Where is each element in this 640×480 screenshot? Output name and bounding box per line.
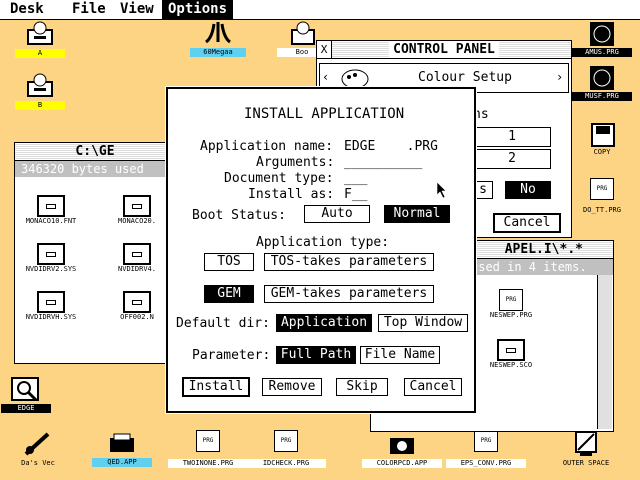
left-window-title[interactable]: C:\GE [15, 143, 175, 161]
install-application-dialog: INSTALL APPLICATION Application name: ED… [165, 86, 477, 414]
file-label: NVDIDRV2.SYS [25, 265, 77, 273]
file-icon[interactable]: NVDIDRV4. [107, 243, 167, 274]
outer-space-icon[interactable]: OUTER SPACE [546, 430, 626, 468]
app-name-field[interactable]: EDGE .PRG [344, 139, 438, 154]
install-button[interactable]: Install [182, 377, 250, 397]
atari-drive-label: 60Megaa [190, 48, 246, 57]
remove-button[interactable]: Remove [262, 378, 322, 396]
menu-desk[interactable]: Desk [4, 0, 50, 19]
file-icon[interactable]: NVDIDRVH.SYS [21, 291, 81, 322]
type-gem-params-button[interactable]: GEM-takes parameters [264, 285, 434, 303]
arguments-label: Arguments: [256, 155, 335, 170]
app-type-label: Application type: [256, 235, 390, 250]
file-label: NVDIDRV4. [118, 265, 156, 273]
edge-label: EDGE [1, 404, 51, 413]
drive-b-icon[interactable]: B [0, 72, 80, 110]
idcheck-prg-icon[interactable]: PRG IDCHECK.PRG [246, 430, 326, 468]
param-full-path-button[interactable]: Full Path [276, 346, 356, 364]
file-label: NESWEP.PRG [489, 311, 533, 319]
install-as-label: Install as: [248, 187, 335, 202]
samus-prg-icon[interactable]: AMUS.PRG [562, 20, 640, 57]
file-icon[interactable]: NVDIDRV2.SYS [21, 243, 81, 274]
eps-conv-prg-icon[interactable]: PRG EPS_CONV.PRG [446, 430, 526, 468]
param-file-name-button[interactable]: File Name [360, 346, 440, 364]
copy-label: COPY [593, 148, 611, 156]
file-icon[interactable]: MONACO20. [107, 195, 167, 226]
qed-app-label: QED.APP [92, 458, 152, 467]
outer-space-label: OUTER SPACE [562, 459, 610, 467]
cp-button-s[interactable]: s [473, 181, 493, 199]
do-tt-prg-label: DO_TT.PRG [583, 206, 621, 214]
right-window-scrollbar[interactable] [597, 275, 612, 429]
close-icon[interactable]: X [317, 41, 332, 58]
file-icon[interactable]: NESWEP.SCO [481, 339, 541, 370]
menu-file[interactable]: File [66, 0, 112, 19]
control-panel-title[interactable]: CONTROL PANEL [317, 41, 571, 59]
do-tt-prg-icon[interactable]: PRG DO_TT.PRG [562, 178, 640, 215]
cp-field-2[interactable]: 2 [473, 149, 551, 169]
dir-application-button[interactable]: Application [276, 314, 372, 332]
menu-bar: Desk File View Options [0, 0, 640, 20]
qed-app-icon[interactable]: QED.APP [82, 430, 162, 467]
das-vec-icon[interactable]: Da's Vec [0, 430, 78, 468]
type-tos-params-button[interactable]: TOS-takes parameters [264, 253, 434, 271]
file-label: NESWEP.SCO [489, 361, 533, 369]
cp-field-1[interactable]: 1 [473, 127, 551, 147]
colorpcd-app-label: COLORPCD.APP [362, 459, 442, 468]
skip-button[interactable]: Skip [336, 378, 388, 396]
drive-b-label: B [15, 101, 65, 110]
eps-conv-prg-label: EPS_CONV.PRG [446, 459, 526, 468]
app-name-label: Application name: [200, 139, 334, 154]
file-label: MONACO20. [118, 217, 156, 225]
samus-musf-label: MUSF.PRG [572, 92, 632, 101]
file-label: NVDIDRVH.SYS [25, 313, 77, 321]
cp-cancel-button[interactable]: Cancel [493, 213, 561, 233]
default-dir-label: Default dir: [176, 316, 270, 331]
cp-button-no[interactable]: No [505, 181, 551, 199]
boot-status-label: Boot Status: [192, 208, 286, 223]
samus-prg-label: AMUS.PRG [572, 48, 632, 57]
parameter-label: Parameter: [192, 348, 271, 363]
das-vec-label: Da's Vec [21, 459, 55, 467]
file-icon[interactable]: MONACO10.FNT [21, 195, 81, 226]
mouse-pointer-icon [436, 181, 447, 199]
left-window-status: 346320 bytes used [15, 161, 175, 177]
doc-type-label: Document type: [224, 171, 334, 186]
twoinone-prg-label: TWOINONE.PRG [168, 459, 248, 468]
drive-a-icon[interactable]: A [0, 20, 80, 58]
twoinone-prg-icon[interactable]: PRG TWOINONE.PRG [168, 430, 248, 468]
drive-a-label: A [15, 49, 65, 58]
edge-icon[interactable]: EDGE [0, 376, 66, 413]
type-gem-button[interactable]: GEM [204, 285, 254, 303]
install-as-field[interactable]: F__ [344, 187, 367, 202]
menu-options[interactable]: Options [162, 0, 234, 19]
doc-type-field[interactable]: ___ [344, 171, 367, 186]
file-icon[interactable]: PRG NESWEP.PRG [481, 289, 541, 320]
atari-drive-icon[interactable]: 60Megaa [178, 20, 258, 57]
arguments-field[interactable]: __________ [344, 155, 422, 170]
copy-icon[interactable]: COPY [562, 120, 640, 157]
cancel-button[interactable]: Cancel [404, 378, 462, 396]
colorpcd-app-icon[interactable]: COLORPCD.APP [362, 430, 442, 468]
idcheck-prg-label: IDCHECK.PRG [246, 459, 326, 468]
dir-top-window-button[interactable]: Top Window [378, 314, 468, 332]
menu-view[interactable]: View [114, 0, 160, 19]
arrow-right-icon[interactable]: › [556, 70, 563, 84]
type-tos-button[interactable]: TOS [204, 253, 254, 271]
boot-normal-button[interactable]: Normal [384, 205, 450, 223]
arrow-left-icon[interactable]: ‹ [322, 70, 329, 84]
left-directory-window[interactable]: C:\GE 346320 bytes used MONACO10.FNT MON… [14, 142, 176, 364]
cpx-selector-label: Colour Setup [418, 70, 512, 85]
control-panel-title-text: CONTROL PANEL [389, 42, 499, 57]
dialog-title: INSTALL APPLICATION [244, 106, 405, 122]
boot-auto-button[interactable]: Auto [304, 205, 370, 223]
file-label: MONACO10.FNT [25, 217, 77, 225]
samus-musf-icon[interactable]: MUSF.PRG [562, 64, 640, 101]
file-icon[interactable]: OFF002.N [107, 291, 167, 322]
file-label: OFF002.N [120, 313, 154, 321]
